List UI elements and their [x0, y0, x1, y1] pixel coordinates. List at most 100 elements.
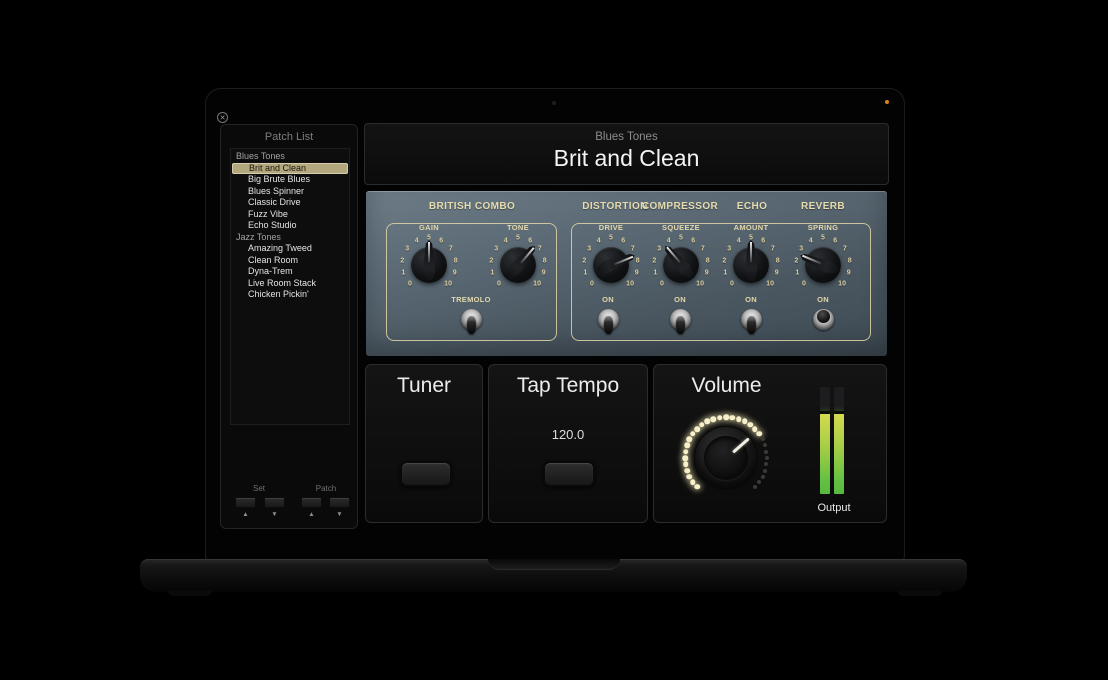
volume-led-dot — [683, 449, 689, 455]
toggle-lever — [676, 316, 685, 334]
knob-scale-number: 8 — [848, 257, 852, 264]
patch-up-button[interactable] — [301, 497, 322, 508]
output-meters — [820, 387, 844, 494]
volume-led-dot — [761, 475, 765, 479]
bpm-value: 120.0 — [489, 427, 647, 442]
volume-led-dot — [687, 474, 693, 480]
tap-tempo-button[interactable] — [543, 461, 595, 487]
patch-list-item[interactable]: Amazing Tweed — [231, 243, 349, 255]
echo-on-toggle[interactable]: ON — [729, 295, 773, 339]
patch-header: Blues Tones Brit and Clean — [364, 123, 889, 185]
volume-led-ring — [654, 365, 886, 522]
tremolo-toggle[interactable]: TREMOLO — [449, 295, 493, 339]
laptop-foot-left — [168, 590, 212, 596]
knob-scale-number: 1 — [723, 270, 727, 277]
amp-panel: BRITISH COMBO DISTORTION COMPRESSOR ECHO… — [366, 191, 887, 356]
patch-group-label: Jazz Tones — [231, 232, 349, 244]
knob-scale-number: 8 — [706, 257, 710, 264]
knob-scale-number: 9 — [542, 270, 546, 277]
laptop-screen: ✕ Patch List Blues TonesBrit and CleanBi… — [205, 88, 905, 562]
knob-scale-number: 7 — [701, 246, 705, 253]
set-down-button[interactable] — [264, 497, 285, 508]
knob-scale-number: 4 — [504, 237, 508, 244]
laptop-base — [140, 559, 967, 592]
knob-scale-number: 6 — [761, 237, 765, 244]
reverb-on-toggle[interactable]: ON — [801, 295, 845, 339]
volume-led-dot — [764, 462, 768, 466]
patch-list-item[interactable]: Fuzz Vibe — [231, 209, 349, 221]
section-title-compressor: COMPRESSOR — [642, 201, 718, 212]
compressor-on-toggle[interactable]: ON — [658, 295, 702, 339]
knob-scale-number: 6 — [621, 237, 625, 244]
set-down-icon: ▼ — [264, 511, 285, 518]
spring-knob[interactable]: SPRING 012345678910 — [785, 221, 861, 305]
knob-scale-number: 3 — [587, 246, 591, 253]
knob-scale-number: 7 — [631, 246, 635, 253]
knob-scale-number: 9 — [775, 270, 779, 277]
knob-scale-number: 0 — [730, 281, 734, 288]
knob-scale-number: 9 — [705, 270, 709, 277]
drive-knob[interactable]: DRIVE 012345678910 — [573, 221, 649, 305]
camera-dot — [552, 101, 556, 105]
knob-scale-number: 4 — [415, 237, 419, 244]
toggle-lever — [467, 316, 476, 334]
patch-list-item[interactable]: Echo Studio — [231, 220, 349, 232]
patch-list-item[interactable]: Dyna-Trem — [231, 266, 349, 278]
knob-scale-number: 9 — [635, 270, 639, 277]
volume-led-dot — [705, 419, 711, 425]
patch-list-item[interactable]: Blues Spinner — [231, 186, 349, 198]
knob-scale-number: 6 — [833, 237, 837, 244]
patch-list-item[interactable]: Chicken Pickin' — [231, 289, 349, 301]
volume-led-dot — [730, 415, 736, 421]
amount-knob[interactable]: AMOUNT 012345678910 — [713, 221, 789, 305]
patch-list-item[interactable]: Classic Drive — [231, 197, 349, 209]
volume-led-dot — [723, 414, 729, 420]
knob-scale-number: 8 — [454, 257, 458, 264]
patch-up-icon: ▲ — [301, 511, 322, 518]
knob-scale-number: 7 — [449, 246, 453, 253]
knob-scale-number: 2 — [652, 257, 656, 264]
knob-pointer — [423, 240, 436, 280]
knob-scale-number: 4 — [667, 237, 671, 244]
squeeze-knob[interactable]: SQUEEZE 012345678910 — [643, 221, 719, 305]
toggle-lever — [604, 316, 613, 334]
knob-scale-number: 3 — [494, 246, 498, 253]
close-icon[interactable]: ✕ — [217, 112, 228, 123]
knob-label: AMOUNT — [713, 223, 789, 232]
knob-scale-number: 5 — [679, 235, 683, 242]
volume-panel: Volume Output — [653, 364, 887, 523]
patch-down-button[interactable] — [329, 497, 350, 508]
toggle-label: TREMOLO — [449, 295, 493, 304]
patch-list-item[interactable]: Brit and Clean — [232, 163, 348, 175]
knob-scale-number: 10 — [533, 281, 541, 288]
section-title-reverb: REVERB — [801, 201, 845, 212]
patch-list-item[interactable]: Big Brute Blues — [231, 174, 349, 186]
patch-list[interactable]: Blues TonesBrit and CleanBig Brute Blues… — [230, 148, 350, 425]
output-meter-bar — [834, 387, 844, 494]
tuner-panel: Tuner — [365, 364, 483, 523]
toggle-label: ON — [801, 295, 845, 304]
volume-led-dot — [683, 462, 689, 468]
patch-down-icon: ▼ — [329, 511, 350, 518]
knob-scale-number: 0 — [497, 281, 501, 288]
tuner-button[interactable] — [400, 461, 452, 487]
knob-scale-number: 6 — [528, 237, 532, 244]
knob-scale-number: 4 — [597, 237, 601, 244]
tone-knob[interactable]: TONE 012345678910 — [480, 221, 556, 305]
knob-scale-number: 2 — [722, 257, 726, 264]
set-up-button[interactable] — [235, 497, 256, 508]
patch-list-item[interactable]: Clean Room — [231, 255, 349, 267]
knob-scale-number: 8 — [543, 257, 547, 264]
toggle-label: ON — [658, 295, 702, 304]
distortion-on-toggle[interactable]: ON — [586, 295, 630, 339]
gain-knob[interactable]: GAIN 012345678910 — [391, 221, 467, 305]
lid-scoop — [488, 559, 620, 570]
toggle-lever — [817, 310, 830, 323]
patch-list-item[interactable]: Live Room Stack — [231, 278, 349, 290]
knob-scale-number: 9 — [847, 270, 851, 277]
toggle-base — [598, 309, 619, 330]
volume-led-dot — [736, 416, 742, 422]
knob-scale-number: 4 — [809, 237, 813, 244]
knob-scale-number: 10 — [766, 281, 774, 288]
knob-scale-number: 3 — [799, 246, 803, 253]
